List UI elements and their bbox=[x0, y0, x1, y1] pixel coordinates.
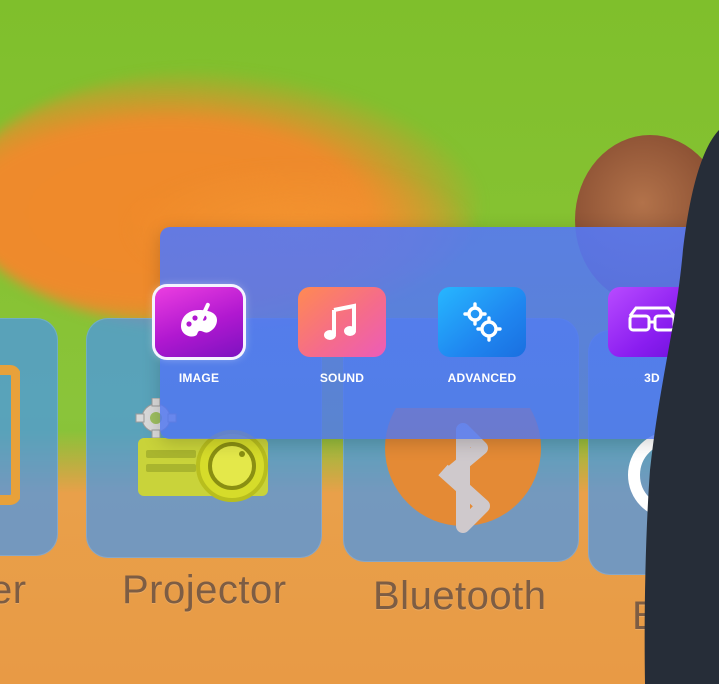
menu-item-3d[interactable]: 3D bbox=[597, 287, 707, 385]
paint-palette-icon bbox=[155, 287, 243, 357]
settings-menu-panel: IMAGE SOUND ADVANCED 3D bbox=[155, 227, 719, 439]
tile-label-bluetooth: Bluetooth bbox=[373, 574, 547, 618]
tile-label-partial-right: B bbox=[632, 594, 660, 638]
menu-item-label: ADVANCED bbox=[447, 371, 517, 385]
menu-item-label: SOUND bbox=[319, 371, 365, 385]
music-note-icon bbox=[298, 287, 386, 357]
menu-item-advanced[interactable]: ADVANCED bbox=[427, 287, 537, 385]
menu-item-image[interactable]: IMAGE bbox=[144, 287, 254, 385]
menu-item-label: 3D bbox=[644, 371, 660, 385]
tile-label-projector: Projector bbox=[122, 568, 287, 612]
tile-label-partial-left: er bbox=[0, 568, 27, 612]
menu-item-sound[interactable]: SOUND bbox=[287, 287, 397, 385]
partial-app-icon bbox=[0, 365, 20, 505]
projector-home-screen: er Projector Bluetooth B IMAGE SOUND ADV… bbox=[0, 0, 719, 684]
3d-glasses-icon bbox=[608, 287, 696, 357]
gears-icon bbox=[438, 287, 526, 357]
menu-item-label: IMAGE bbox=[178, 371, 220, 385]
